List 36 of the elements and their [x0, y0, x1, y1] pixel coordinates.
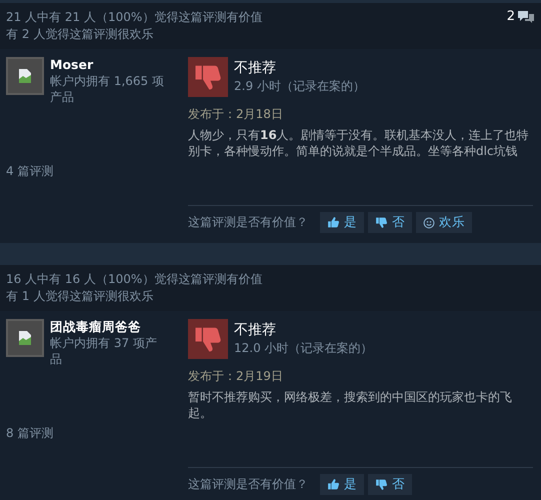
helpful-count: 16 人中有 16 人（100%）觉得这篇评测有价值: [6, 271, 262, 288]
playtime: 2.9 小时（记录在案的）: [234, 78, 365, 95]
owned-products: 帐户内拥有 1,665 项产品: [50, 73, 164, 105]
broken-image-icon: [17, 68, 33, 84]
vote-prompt: 这篇评测是否有价值？: [188, 214, 308, 231]
speech-bubbles-icon: [517, 10, 535, 24]
broken-image-icon: [17, 330, 33, 346]
posted-date: 发布于：2月19日: [188, 368, 283, 385]
thumbs-up-icon: [327, 216, 340, 229]
review-text: 人物少，只有16人。剧情等于没有。联机基本没人，连上了也特别卡，各种慢动作。简单的说就是个半成品。坐等各种dlc坑钱: [188, 127, 530, 160]
funny-count: 有 1 人觉得这篇评测很欢乐: [6, 288, 154, 305]
review-text: 暂时不推荐购买，网络极差，搜索到的中国区的玩家也卡的飞起。: [188, 389, 513, 422]
thumbs-down-icon: [375, 478, 388, 491]
funny-count: 有 2 人觉得这篇评测很欢乐: [6, 26, 154, 43]
thumbs-up-icon: [327, 478, 340, 491]
author-name[interactable]: 团战毒瘤周爸爸: [50, 319, 164, 335]
no-button[interactable]: 否: [368, 212, 412, 233]
yes-button[interactable]: 是: [320, 474, 364, 495]
review-count-link[interactable]: 8 篇评测: [6, 425, 166, 441]
no-button[interactable]: 否: [368, 474, 412, 495]
owned-products: 帐户内拥有 37 项产品: [50, 335, 158, 367]
verdict-label: 不推荐: [234, 321, 277, 340]
author-name[interactable]: Moser: [50, 57, 164, 73]
avatar-placeholder[interactable]: [6, 319, 44, 357]
avatar-placeholder[interactable]: [6, 57, 44, 95]
yes-button[interactable]: 是: [320, 212, 364, 233]
posted-date: 发布于：2月18日: [188, 106, 283, 123]
funny-button[interactable]: 欢乐: [416, 212, 472, 233]
comment-count-link[interactable]: 2: [506, 9, 535, 25]
vote-prompt: 这篇评测是否有价值？: [188, 476, 308, 493]
review-count-link[interactable]: 4 篇评测: [6, 163, 166, 179]
thumbs-down-icon: [375, 216, 388, 229]
verdict-label: 不推荐: [234, 59, 277, 78]
helpful-count: 21 人中有 21 人（100%）觉得这篇评测有价值: [6, 9, 262, 26]
smiley-icon: [423, 216, 435, 228]
playtime: 12.0 小时（记录在案的）: [234, 340, 373, 357]
